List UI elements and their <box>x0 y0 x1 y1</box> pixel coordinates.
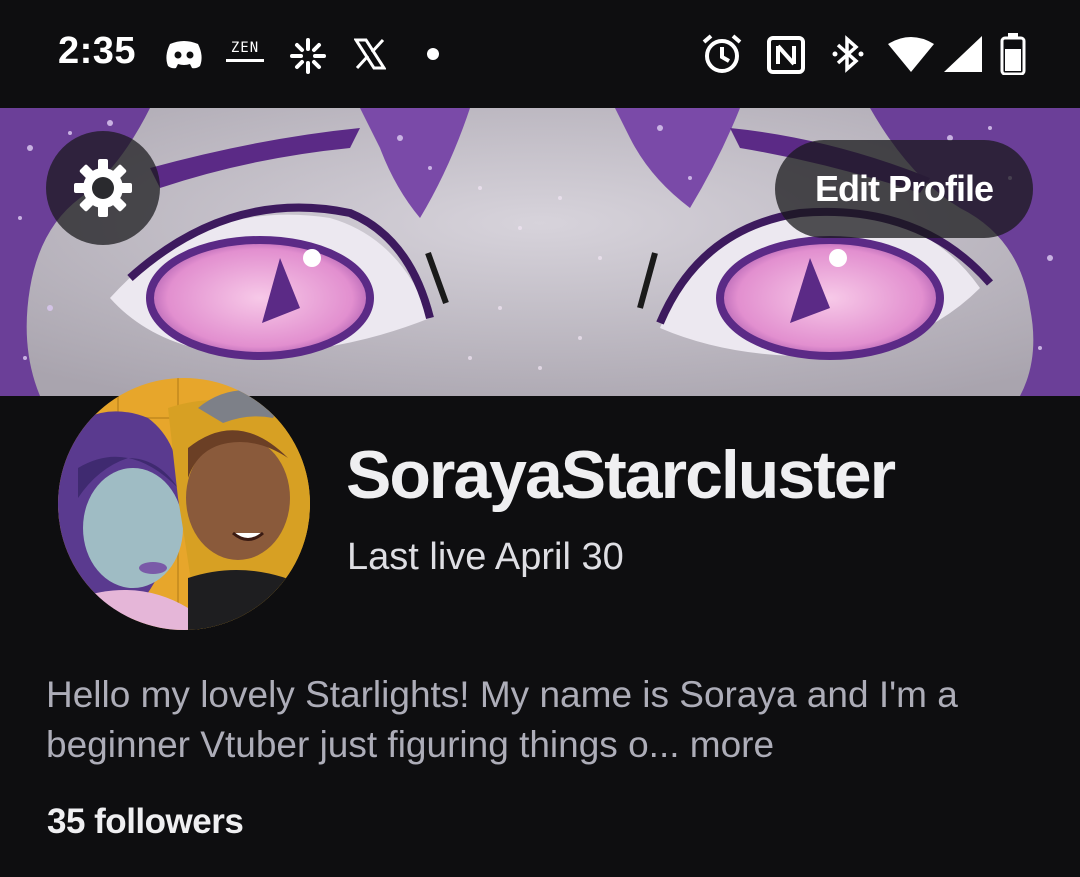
zen-badge-text: ZEN <box>230 40 260 56</box>
alarm-icon <box>702 34 742 73</box>
gear-icon <box>74 159 132 217</box>
spark-icon <box>290 38 326 74</box>
edit-profile-button[interactable]: Edit Profile <box>775 140 1033 238</box>
signal-icon <box>944 36 982 72</box>
bio-body: Hello my lovely Starlights! My name is S… <box>46 674 958 765</box>
nfc-icon <box>767 36 805 74</box>
bluetooth-icon <box>832 35 864 73</box>
last-live-status: Last live April 30 <box>347 536 624 578</box>
username: SorayaStarcluster <box>346 437 896 513</box>
followers-count[interactable]: 35 followers <box>47 802 244 842</box>
wifi-icon <box>888 37 934 72</box>
status-time: 2:35 <box>58 30 137 72</box>
x-icon <box>354 38 386 70</box>
battery-icon <box>1000 33 1026 75</box>
status-bar: 2:35 ZEN <box>0 0 1080 108</box>
bio-text: Hello my lovely Starlights! My name is S… <box>46 670 1046 770</box>
discord-icon <box>166 41 202 69</box>
dot-icon <box>427 48 439 60</box>
bio-more-link[interactable]: more <box>680 724 774 765</box>
zen-app-icon: ZEN <box>222 40 268 70</box>
avatar[interactable] <box>58 378 310 630</box>
settings-button[interactable] <box>46 131 160 245</box>
